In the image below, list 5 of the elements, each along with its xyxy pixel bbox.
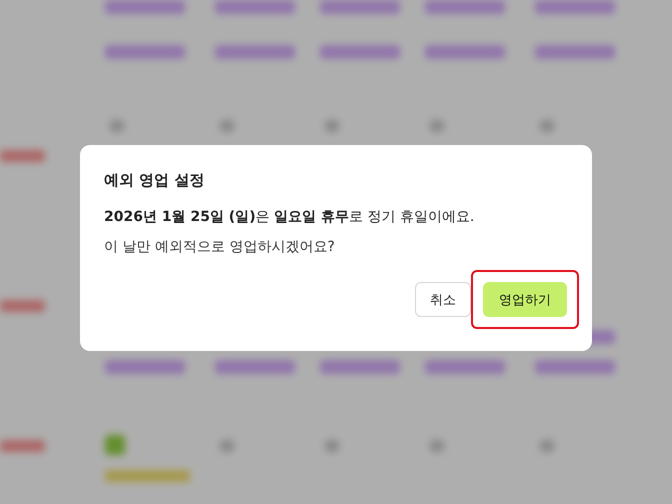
cancel-button[interactable]: 취소 bbox=[415, 282, 471, 317]
dialog-question: 이 날만 예외적으로 영업하시겠어요? bbox=[104, 238, 336, 256]
confirm-button[interactable]: 영업하기 bbox=[483, 282, 567, 317]
dialog-title: 예외 영업 설정 bbox=[104, 171, 206, 190]
dialog-message: 2026년 1월 25일 (일)은 일요일 휴무로 정기 휴일이에요. bbox=[104, 208, 476, 226]
